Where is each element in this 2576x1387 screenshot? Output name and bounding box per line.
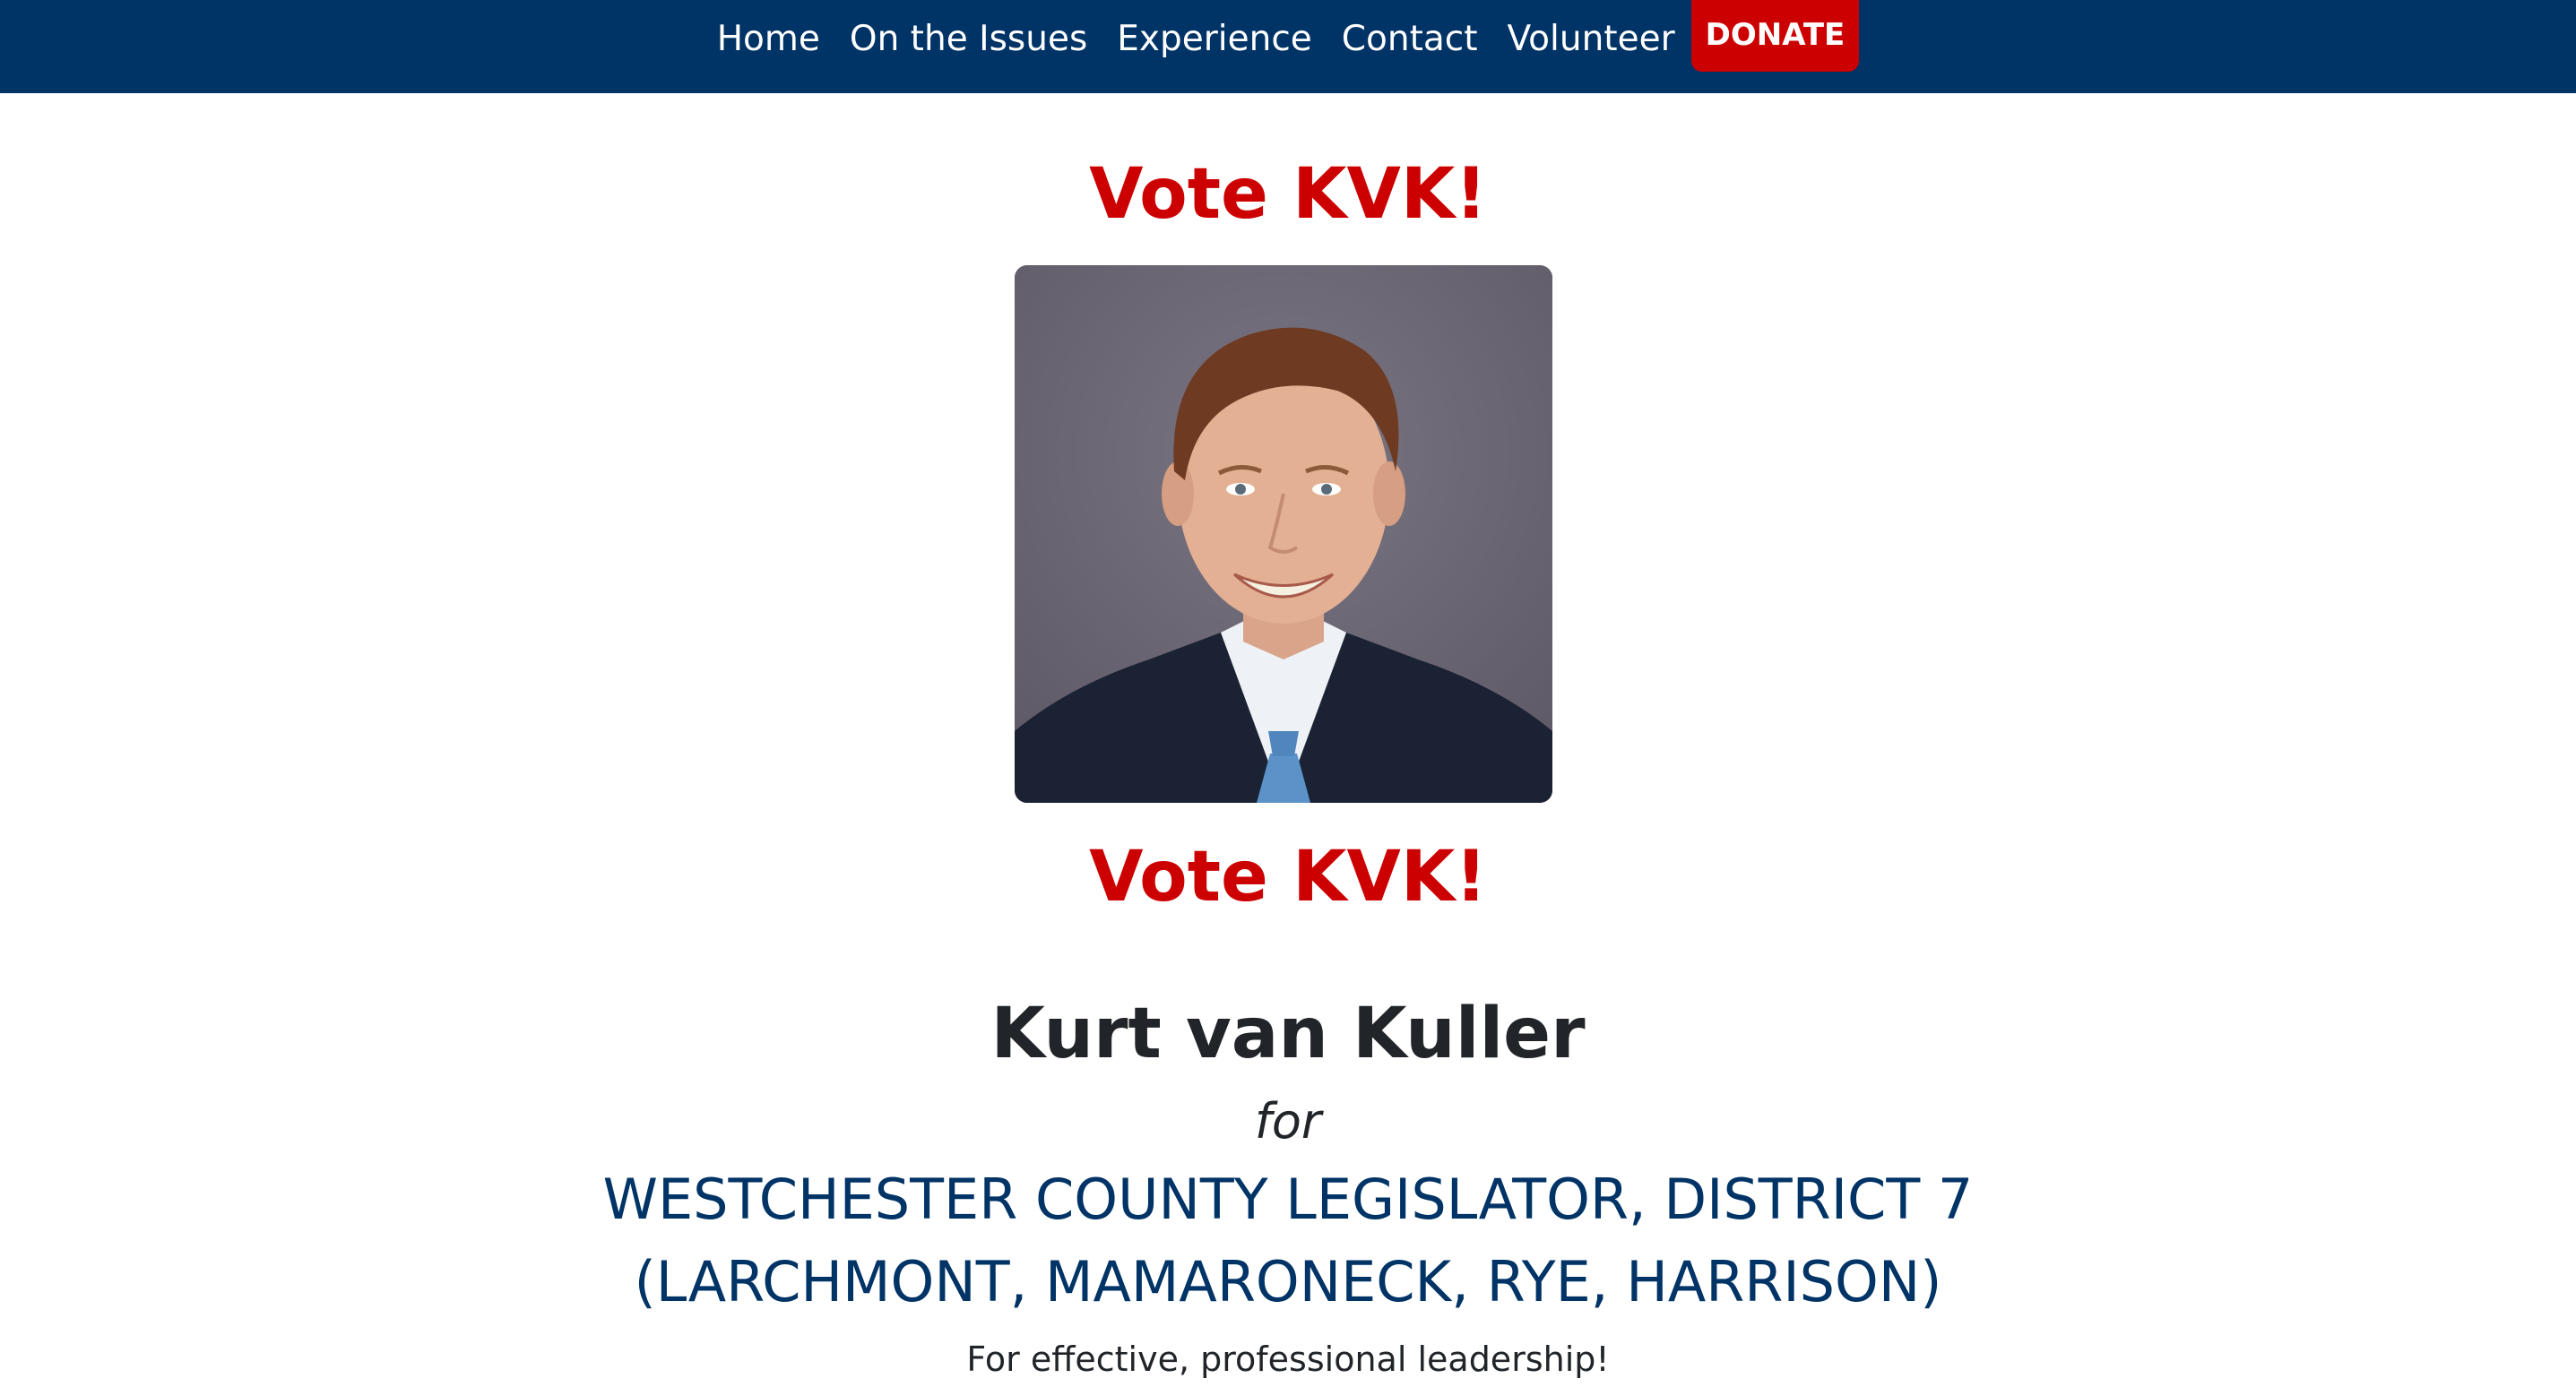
for-text: for: [1254, 1093, 1322, 1150]
candidate-name: Kurt van Kuller: [990, 994, 1586, 1074]
nav-links: Home On the Issues Experience Contact Vo…: [0, 0, 2576, 93]
office-title-line2: (LARCHMONT, MAMARONECK, RYE, HARRISON): [634, 1249, 1942, 1314]
donate-button[interactable]: DONATE: [1690, 0, 1860, 72]
nav-item-volunteer[interactable]: Volunteer: [1508, 22, 1675, 56]
candidate-photo: [1015, 265, 1552, 803]
tagline: For effective, professional leadership!: [966, 1340, 1610, 1379]
vote-heading-top: Vote KVK!: [1089, 154, 1487, 235]
vote-heading-bottom: Vote KVK!: [1089, 837, 1487, 917]
office-title-line1: WESTCHESTER COUNTY LEGISLATOR, DISTRICT …: [602, 1167, 1974, 1232]
nav-item-experience[interactable]: Experience: [1117, 22, 1312, 56]
top-navbar: Home On the Issues Experience Contact Vo…: [0, 0, 2576, 93]
candidate-portrait-icon: [1015, 265, 1552, 803]
nav-item-contact[interactable]: Contact: [1342, 22, 1478, 56]
nav-item-home[interactable]: Home: [717, 22, 820, 56]
nav-item-on-the-issues[interactable]: On the Issues: [850, 22, 1087, 56]
